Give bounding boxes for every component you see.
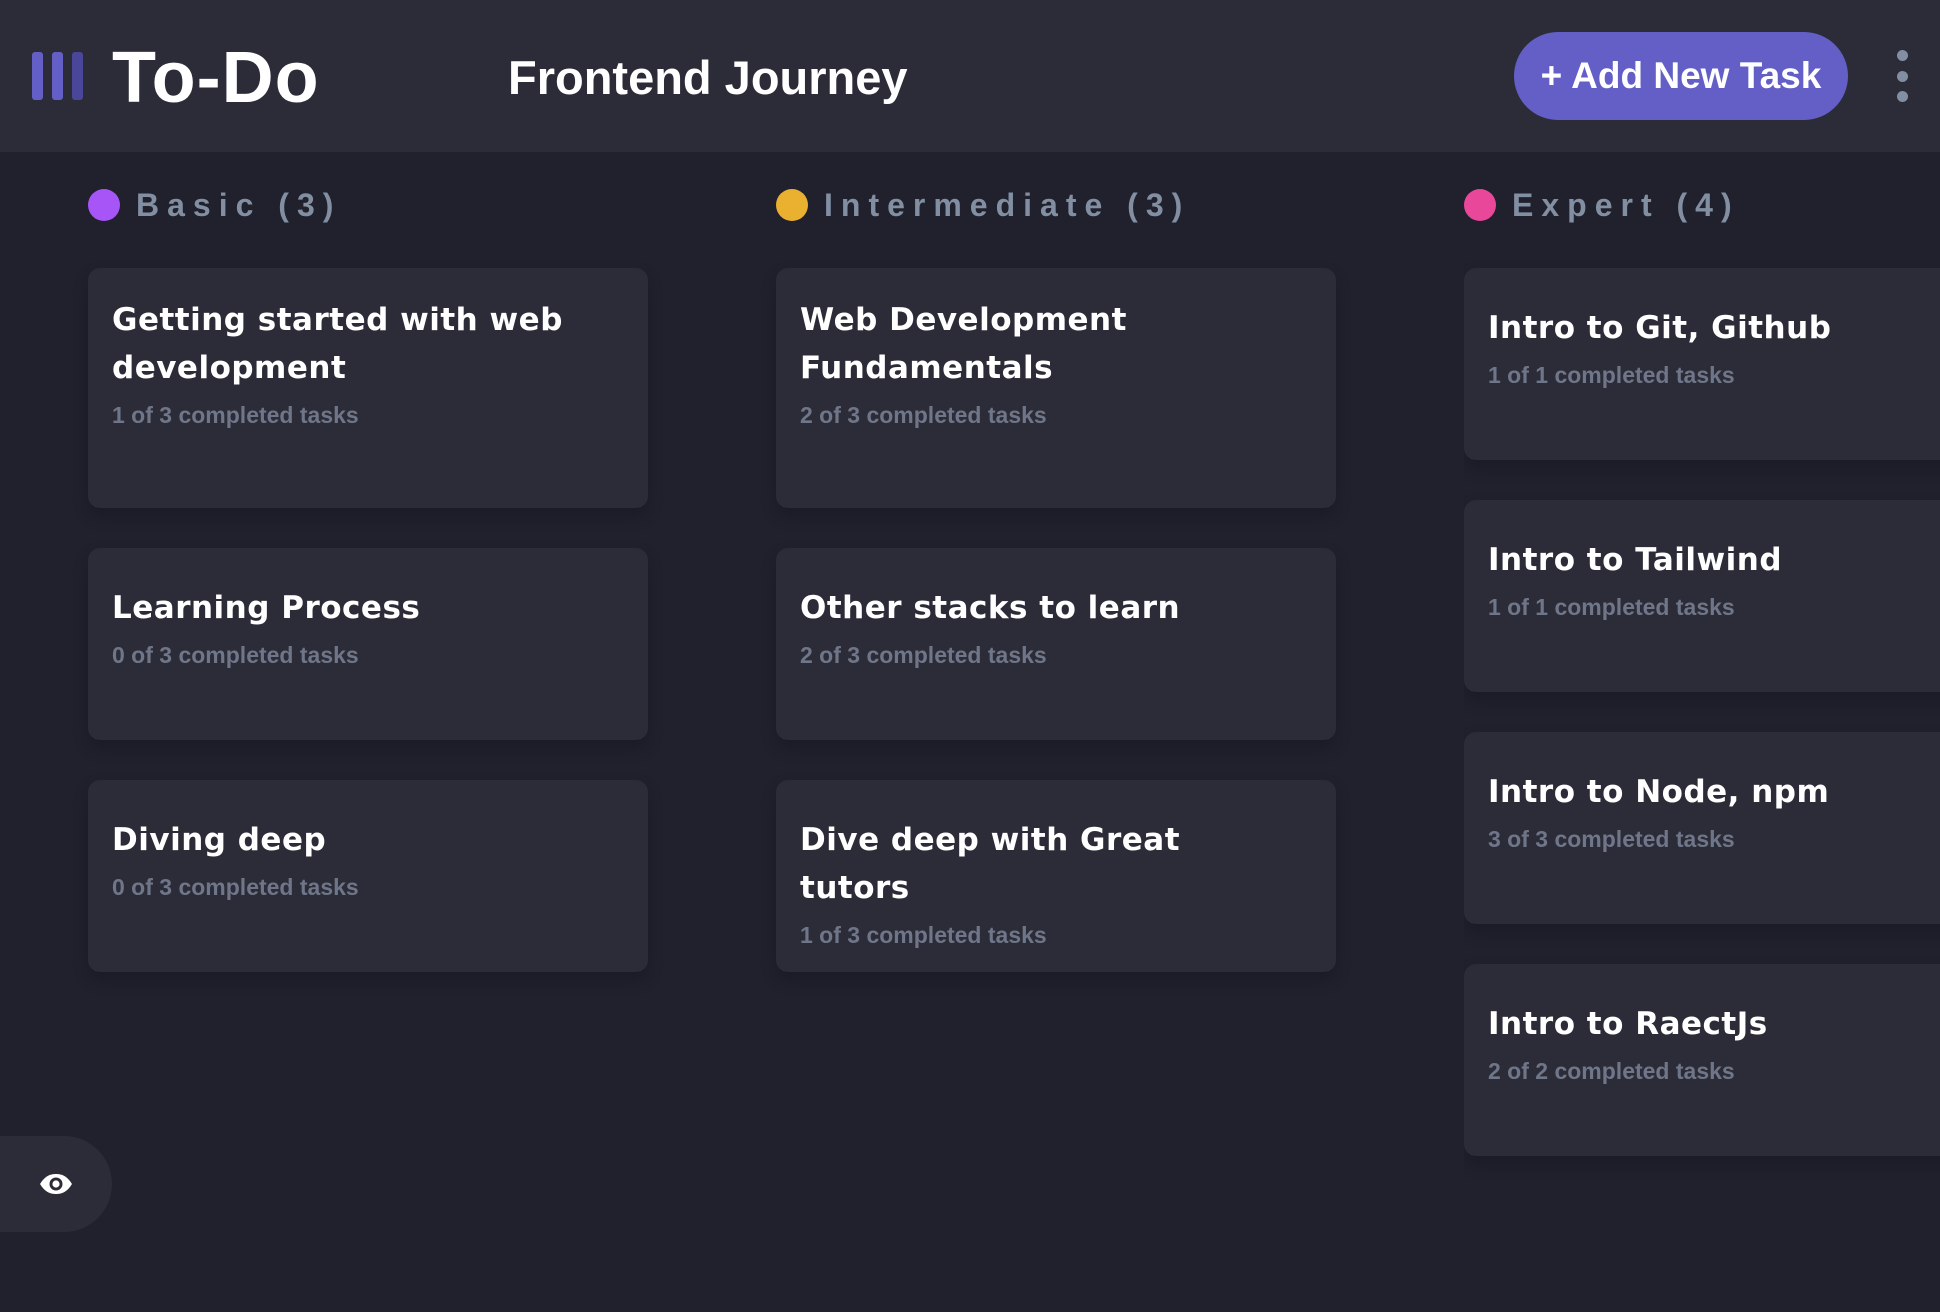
task-card[interactable]: Learning Process 0 of 3 completed tasks <box>88 548 648 740</box>
column-header: Basic (3) <box>88 185 648 225</box>
column-expert: Expert (4) Intro to Git, Github 1 of 1 c… <box>1464 185 1940 1185</box>
app-logo-text: To-Do <box>112 38 320 118</box>
column-basic: Basic (3) Getting started with web devel… <box>88 185 648 972</box>
task-card[interactable]: Intro to Git, Github 1 of 1 completed ta… <box>1464 268 1940 460</box>
column-header: Intermediate (3) <box>776 185 1336 225</box>
logo-icon <box>32 52 83 100</box>
task-subtask-count: 0 of 3 completed tasks <box>112 642 359 668</box>
task-card[interactable]: Other stacks to learn 2 of 3 completed t… <box>776 548 1336 740</box>
eye-icon <box>40 1174 72 1194</box>
kebab-dot <box>1896 91 1908 102</box>
task-subtask-count: 1 of 3 completed tasks <box>800 922 1047 948</box>
column-status-dot <box>88 189 120 221</box>
column-title: Intermediate (3) <box>824 186 1191 223</box>
logo-bar <box>32 52 43 100</box>
task-subtask-count: 2 of 2 completed tasks <box>1488 1058 1735 1084</box>
task-title: Intro to Node, npm <box>1488 774 1830 810</box>
task-card[interactable]: Diving deep 0 of 3 completed tasks <box>88 780 648 972</box>
logo-bar <box>52 52 63 100</box>
column-intermediate: Intermediate (3) Web Development Fundame… <box>776 185 1336 972</box>
task-title: Dive deep with Great tutors <box>800 822 1181 906</box>
task-subtask-count: 2 of 3 completed tasks <box>800 642 1047 668</box>
task-card[interactable]: Dive deep with Great tutors 1 of 3 compl… <box>776 780 1336 972</box>
task-title: Diving deep <box>112 822 327 858</box>
column-title: Expert (4) <box>1512 186 1740 223</box>
top-bar: To-Do Frontend Journey + Add New Task <box>0 0 1940 152</box>
kebab-dot <box>1896 50 1908 61</box>
task-card[interactable]: Intro to Tailwind 1 of 1 completed tasks <box>1464 500 1940 692</box>
board-title: Frontend Journey <box>508 51 908 104</box>
task-card[interactable]: Intro to Node, npm 3 of 3 completed task… <box>1464 732 1940 924</box>
task-title: Intro to Git, Github <box>1488 310 1832 346</box>
task-title: Learning Process <box>112 590 421 626</box>
task-title: Intro to RaectJs <box>1488 1006 1768 1042</box>
task-title: Web Development Fundamentals <box>800 302 1127 386</box>
column-status-dot <box>776 189 808 221</box>
more-options-icon[interactable] <box>1890 50 1914 102</box>
kebab-dot <box>1896 70 1908 82</box>
task-subtask-count: 1 of 1 completed tasks <box>1488 362 1735 388</box>
logo-bar <box>72 52 83 100</box>
task-subtask-count: 1 of 1 completed tasks <box>1488 594 1735 620</box>
task-subtask-count: 2 of 3 completed tasks <box>800 402 1047 428</box>
task-subtask-count: 0 of 3 completed tasks <box>112 874 359 900</box>
show-sidebar-button[interactable] <box>0 1136 112 1232</box>
task-subtask-count: 1 of 3 completed tasks <box>112 402 359 428</box>
task-card[interactable]: Getting started with web development 1 o… <box>88 268 648 508</box>
column-status-dot <box>1464 189 1496 221</box>
task-title: Intro to Tailwind <box>1488 542 1783 578</box>
column-header: Expert (4) <box>1464 185 1940 225</box>
task-subtask-count: 3 of 3 completed tasks <box>1488 826 1735 852</box>
task-title: Getting started with web development <box>112 302 563 386</box>
add-new-task-button[interactable]: + Add New Task <box>1514 32 1848 120</box>
task-card[interactable]: Web Development Fundamentals 2 of 3 comp… <box>776 268 1336 508</box>
task-card[interactable]: Intro to RaectJs 2 of 2 completed tasks <box>1464 964 1940 1156</box>
task-title: Other stacks to learn <box>800 590 1181 626</box>
column-title: Basic (3) <box>136 186 342 223</box>
